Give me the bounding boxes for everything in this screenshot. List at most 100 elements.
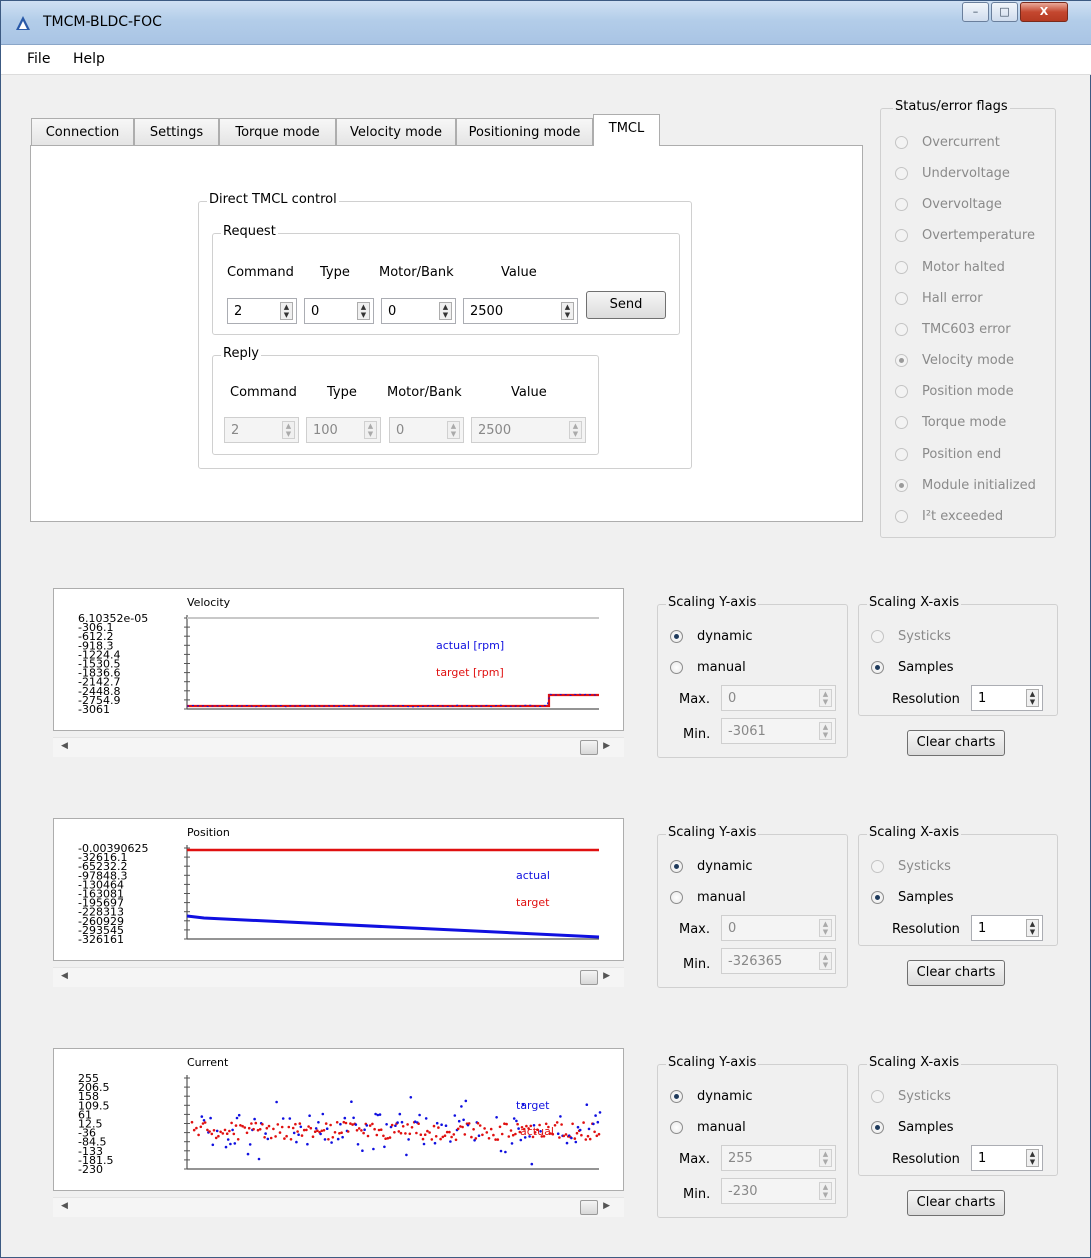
scroll-left-icon[interactable]: ◀ <box>61 741 68 751</box>
request-command-spinbox[interactable]: 2 ▲ ▼ <box>227 298 297 324</box>
scroll-left-icon[interactable]: ◀ <box>61 1201 68 1211</box>
current-y-dynamic-radio[interactable]: dynamic <box>670 1089 753 1107</box>
radio-indicator-icon <box>670 661 683 674</box>
status-flag-velocity-mode: Velocity mode <box>895 353 1014 371</box>
spin-arrows-icon: ▲ ▼ <box>439 302 452 320</box>
tab-positioning-mode[interactable]: Positioning mode <box>456 118 593 146</box>
position-x-resolution-label: Resolution <box>892 922 960 937</box>
radio-indicator-icon <box>670 860 683 873</box>
current-x-resolution-spinbox[interactable]: 1 ▲ ▼ <box>971 1145 1043 1171</box>
velocity-x-resolution-spinbox[interactable]: 1 ▲ ▼ <box>971 685 1043 711</box>
scrollbar-thumb[interactable] <box>580 1200 598 1215</box>
current-legend-actual: actual <box>520 1125 554 1138</box>
request-type-spinbox[interactable]: 0 ▲ ▼ <box>304 298 374 324</box>
radio-indicator-icon <box>670 630 683 643</box>
spin-arrows-icon: ▲ ▼ <box>282 421 295 439</box>
position-chart-title: Position <box>187 826 230 839</box>
menu-help[interactable]: Help <box>73 51 105 67</box>
scroll-right-icon[interactable]: ▶ <box>603 741 610 751</box>
request-motor-bank-spinbox[interactable]: 0 ▲ ▼ <box>381 298 456 324</box>
position-y-min-spinbox: -326365 ▲ ▼ <box>721 948 836 974</box>
velocity-x-resolution-label: Resolution <box>892 692 960 707</box>
menu-file[interactable]: File <box>27 51 50 67</box>
request-header-type: Type <box>320 265 350 280</box>
current-scaling-y-group: Scaling Y-axis dynamic manual Max. Min. 255 ▲ ▼… <box>657 1055 848 1218</box>
current-y-min-label: Min. <box>683 1187 711 1202</box>
current-scaling-y-title: Scaling Y-axis <box>666 1055 759 1070</box>
reply-motor-bank-spinbox: 0 ▲ ▼ <box>389 417 464 443</box>
velocity-scaling-y-title: Scaling Y-axis <box>666 595 759 610</box>
scroll-right-icon[interactable]: ▶ <box>603 1201 610 1211</box>
maximize-button[interactable]: □ <box>991 2 1018 22</box>
radio-indicator-icon <box>895 385 908 399</box>
close-button[interactable]: X <box>1020 2 1068 22</box>
request-value-spinbox[interactable]: 2500 ▲ ▼ <box>463 298 578 324</box>
position-x-samples-radio[interactable]: Samples <box>871 890 954 908</box>
velocity-clear-charts-button[interactable]: Clear charts <box>907 730 1005 756</box>
radio-indicator-icon <box>895 167 908 181</box>
velocity-chart-svg: Velocity6.10352e-05-306.1-612.2-918.3-12… <box>78 596 599 716</box>
status-flag-position-mode: Position mode <box>895 384 1014 402</box>
velocity-y-manual-radio[interactable]: manual <box>670 660 746 678</box>
tab-settings[interactable]: Settings <box>134 118 219 146</box>
radio-indicator-icon <box>895 354 908 368</box>
tab-velocity-mode[interactable]: Velocity mode <box>336 118 456 146</box>
velocity-scaling-x-group: Scaling X-axis Systicks Samples Resolution 1… <box>858 595 1058 716</box>
tmcl-panel: Direct TMCL control Request Command Type… <box>30 145 863 522</box>
velocity-chart: Velocity 6.10352e-05 -306.1 -612.2 -918.3 -12… <box>53 588 624 731</box>
tab-torque-mode[interactable]: Torque mode <box>219 118 336 146</box>
velocity-scaling-y-group: Scaling Y-axis dynamic manual Max. Min. 0 ▲ ▼ -3… <box>657 595 848 758</box>
current-y-manual-radio[interactable]: manual <box>670 1120 746 1138</box>
radio-indicator-icon <box>871 661 884 674</box>
current-chart-scrollbar[interactable]: ◀ ▶ <box>53 1197 624 1217</box>
request-group: Request Command Type Motor/Bank Value 2 ▲… <box>212 224 680 335</box>
velocity-y-dynamic-radio[interactable]: dynamic <box>670 629 753 647</box>
scroll-right-icon[interactable]: ▶ <box>603 971 610 981</box>
status-flag-hall-error: Hall error <box>895 291 983 309</box>
minimize-button[interactable]: – <box>962 2 989 22</box>
request-header-command: Command <box>227 265 294 280</box>
spin-arrows-icon: ▲ ▼ <box>1026 689 1039 707</box>
radio-indicator-icon <box>670 891 683 904</box>
radio-indicator-icon <box>895 291 908 305</box>
current-clear-charts-button[interactable]: Clear charts <box>907 1190 1005 1216</box>
velocity-y-max-label: Max. <box>679 692 711 707</box>
position-y-dynamic-radio[interactable]: dynamic <box>670 859 753 877</box>
menu-bar: File Help <box>1 45 1091 75</box>
tab-connection[interactable]: Connection <box>31 118 134 146</box>
position-legend-actual: actual <box>516 869 550 882</box>
radio-indicator-icon <box>871 860 884 873</box>
current-y-max-label: Max. <box>679 1152 711 1167</box>
velocity-x-samples-radio[interactable]: Samples <box>871 660 954 678</box>
reply-header-motor-bank: Motor/Bank <box>387 385 462 400</box>
velocity-target-series <box>187 693 599 708</box>
radio-indicator-icon <box>871 1121 884 1134</box>
position-actual-series <box>186 914 600 939</box>
status-flag-overtemperature: Overtemperature <box>895 228 1035 246</box>
reply-header-command: Command <box>230 385 297 400</box>
send-button[interactable]: Send <box>586 291 666 319</box>
position-y-manual-radio[interactable]: manual <box>670 890 746 908</box>
current-scaling-x-group: Scaling X-axis Systicks Samples Resolution 1… <box>858 1055 1058 1176</box>
spin-arrows-icon: ▲ ▼ <box>569 421 582 439</box>
position-y-min-label: Min. <box>683 957 711 972</box>
direct-tmcl-title: Direct TMCL control <box>207 192 339 207</box>
velocity-chart-scrollbar[interactable]: ◀ ▶ <box>53 737 624 757</box>
scrollbar-thumb[interactable] <box>580 740 598 755</box>
velocity-y-max-spinbox: 0 ▲ ▼ <box>721 685 836 711</box>
radio-indicator-icon <box>895 509 908 523</box>
position-x-systicks-radio: Systicks <box>871 859 951 877</box>
tab-tmcl[interactable]: TMCL <box>593 114 660 146</box>
current-y-tick-label: -230 <box>78 1163 103 1176</box>
current-x-samples-radio[interactable]: Samples <box>871 1120 954 1138</box>
scrollbar-thumb[interactable] <box>580 970 598 985</box>
radio-indicator-icon <box>895 322 908 336</box>
velocity-x-systicks-radio: Systicks <box>871 629 951 647</box>
scroll-left-icon[interactable]: ◀ <box>61 971 68 981</box>
position-x-resolution-spinbox[interactable]: 1 ▲ ▼ <box>971 915 1043 941</box>
status-flag-torque-mode: Torque mode <box>895 415 1006 433</box>
title-bar: TMCM-BLDC-FOC – □ X <box>1 1 1091 45</box>
position-chart-scrollbar[interactable]: ◀ ▶ <box>53 967 624 987</box>
app-icon <box>16 16 30 30</box>
position-clear-charts-button[interactable]: Clear charts <box>907 960 1005 986</box>
